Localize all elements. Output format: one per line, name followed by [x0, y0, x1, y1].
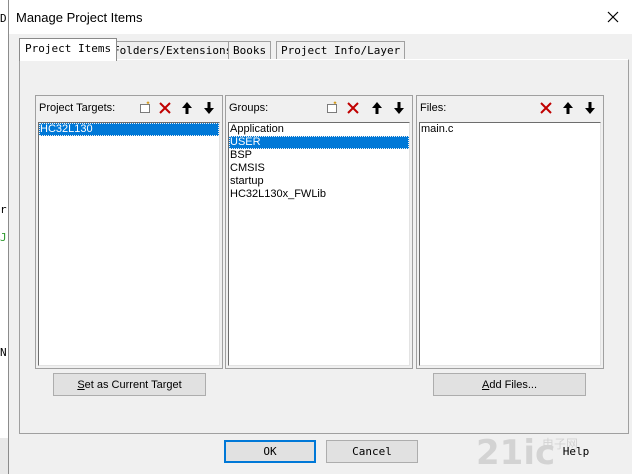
files-header: Files: — [417, 96, 603, 120]
project-targets-header: Project Targets: — [36, 96, 222, 120]
project-targets-label: Project Targets: — [39, 102, 116, 114]
delete-icon — [539, 102, 552, 114]
new-item-icon — [326, 101, 337, 113]
accelerator-char: S — [77, 378, 85, 391]
arrow-up-icon — [371, 102, 382, 114]
delete-target-button[interactable] — [155, 99, 174, 117]
move-target-down-button[interactable] — [199, 99, 218, 117]
list-item[interactable]: BSP — [229, 149, 409, 162]
button-label: dd Files... — [489, 378, 538, 391]
new-item-icon — [139, 101, 150, 113]
background-char: D — [0, 12, 7, 25]
groups-group: Groups: Application USER BSP CMSIS start… — [225, 95, 413, 369]
background-char: J — [0, 231, 7, 244]
button-label: et as Current Target — [84, 378, 182, 391]
ok-button[interactable]: OK — [224, 440, 316, 463]
move-group-down-button[interactable] — [389, 99, 408, 117]
list-item[interactable]: startup — [229, 175, 409, 188]
new-target-button[interactable] — [135, 99, 154, 117]
move-target-up-button[interactable] — [177, 99, 196, 117]
dialog-title: Manage Project Items — [16, 10, 143, 25]
background-char: r — [0, 203, 7, 216]
list-item[interactable]: main.c — [420, 123, 600, 136]
arrow-up-icon — [181, 102, 192, 114]
groups-label: Groups: — [229, 102, 269, 114]
arrow-down-icon — [393, 102, 404, 114]
manage-project-items-dialog: Manage Project Items Project Items Folde… — [8, 0, 632, 474]
groups-list[interactable]: Application USER BSP CMSIS startup HC32L… — [228, 122, 410, 366]
watermark-subtext: 电子网 — [542, 437, 578, 451]
delete-icon — [158, 102, 171, 114]
list-item[interactable]: USER — [229, 136, 409, 149]
list-item[interactable]: HC32L130 — [39, 123, 219, 136]
watermark-logo: 21ic 电子网 — [476, 433, 578, 472]
targets-list[interactable]: HC32L130 — [38, 122, 220, 366]
list-item[interactable]: Application — [229, 123, 409, 136]
add-files-button[interactable]: Add Files... — [433, 373, 586, 396]
move-group-up-button[interactable] — [367, 99, 386, 117]
delete-group-button[interactable] — [343, 99, 362, 117]
move-file-down-button[interactable] — [580, 99, 599, 117]
arrow-down-icon — [584, 102, 595, 114]
tab-project-info-layer[interactable]: Project Info/Layer — [276, 41, 406, 60]
files-label: Files: — [420, 102, 447, 114]
files-list[interactable]: main.c — [419, 122, 601, 366]
list-item[interactable]: CMSIS — [229, 162, 409, 175]
list-item[interactable]: HC32L130x_FWLib — [229, 188, 409, 201]
groups-header: Groups: — [226, 96, 412, 120]
close-button[interactable] — [593, 0, 632, 34]
background-char: N — [0, 346, 7, 359]
files-group: Files: main.c — [416, 95, 604, 369]
set-as-current-target-button[interactable]: Set as Current Target — [53, 373, 206, 396]
project-targets-group: Project Targets: HC32L130 — [35, 95, 223, 369]
delete-file-button[interactable] — [536, 99, 555, 117]
arrow-up-icon — [562, 102, 573, 114]
cancel-button[interactable]: Cancel — [326, 440, 418, 463]
tab-books[interactable]: Books — [228, 41, 272, 60]
close-icon — [607, 11, 619, 23]
delete-icon — [346, 102, 359, 114]
arrow-down-icon — [203, 102, 214, 114]
tab-project-items[interactable]: Project Items — [19, 38, 118, 61]
title-bar: Manage Project Items — [9, 0, 632, 34]
tab-folders-extensions[interactable]: Folders/Extensions — [108, 41, 238, 60]
accelerator-char: A — [481, 378, 490, 391]
move-file-up-button[interactable] — [558, 99, 577, 117]
new-group-button[interactable] — [322, 99, 341, 117]
